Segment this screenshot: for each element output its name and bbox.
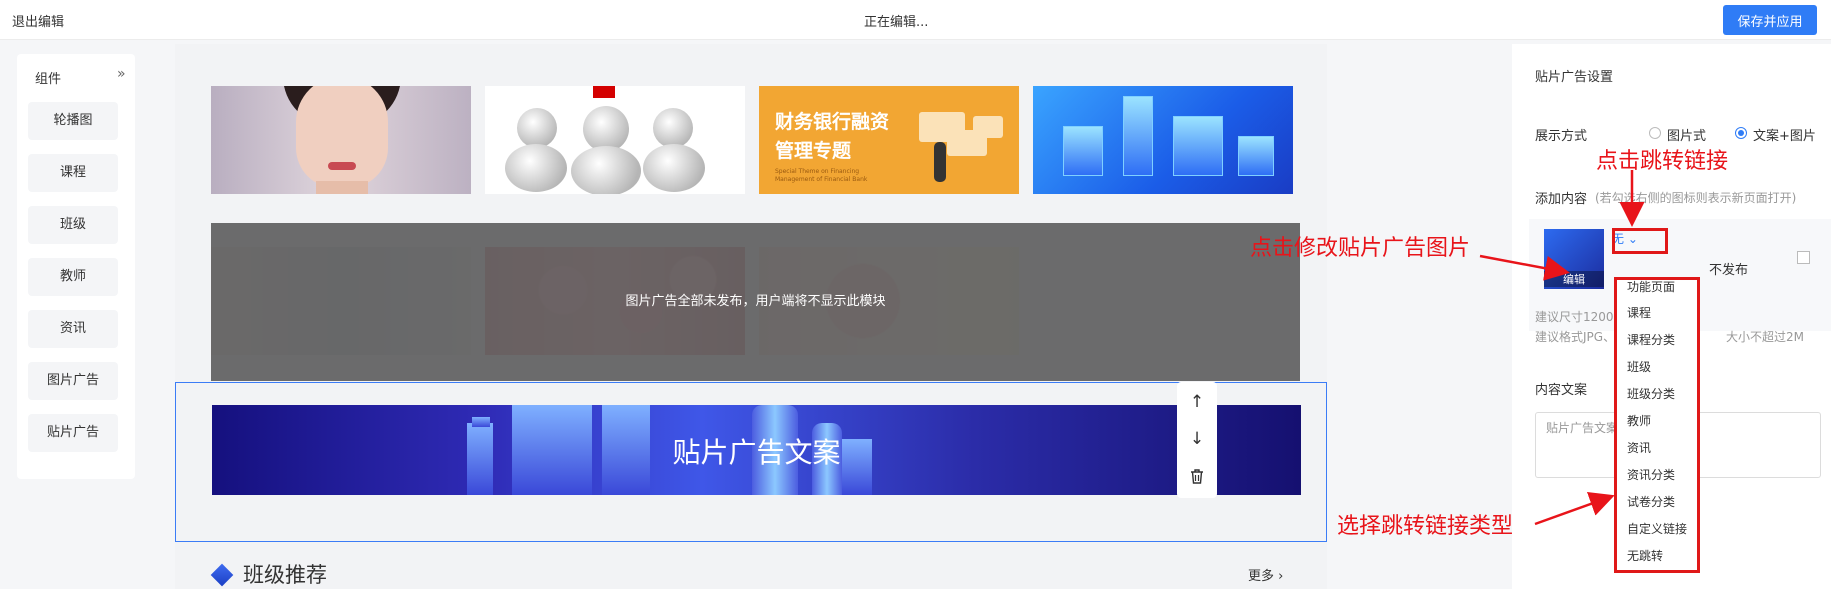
arrow-to-dropdown	[1534, 492, 1615, 526]
arrow-to-thumbnail	[1479, 254, 1570, 281]
annotation-arrows	[1479, 170, 1645, 526]
